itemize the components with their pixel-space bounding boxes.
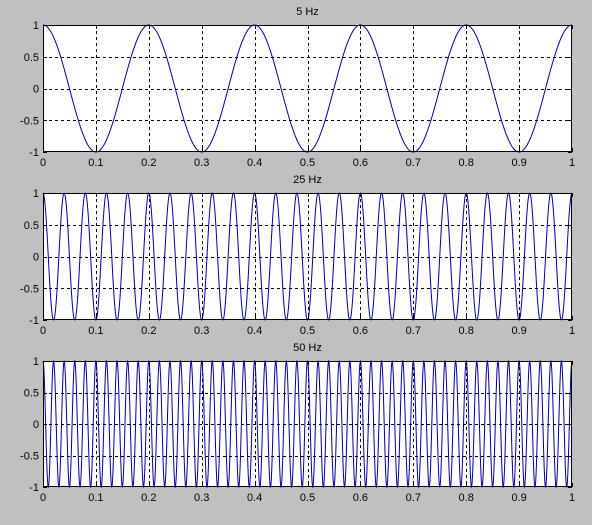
x-tick-label: 0.6 — [353, 492, 368, 504]
x-tick-label: 0.1 — [88, 157, 103, 169]
x-tick-label: 0.4 — [247, 157, 262, 169]
y-tick-label: 1 — [33, 20, 39, 32]
x-tick-label: 1 — [569, 492, 575, 504]
x-tick-label: 0.8 — [459, 157, 474, 169]
x-tick-label: 0 — [40, 325, 46, 337]
y-tick-label: 0 — [33, 419, 39, 431]
y-tick-label: 0 — [33, 84, 39, 96]
x-tick-label: 0.9 — [511, 157, 526, 169]
y-tick-label: -1 — [29, 482, 39, 494]
x-tick-label: 0.1 — [88, 325, 103, 337]
subplot-1: 0 0.1 0.2 0.3 0.4 0.5 0.6 0.7 0.8 0.9 1 -1 -0.5 0 0.5 1… — [20, 6, 575, 169]
y-tick-label: -0.5 — [20, 451, 39, 463]
x-tick-label: 0.5 — [300, 325, 315, 337]
subplot-3: 0 0.1 0.2 0.3 0.4 0.5 0.6 0.7 0.8 0.9 1 -1 -0.5 0 0.5 1… — [20, 342, 575, 504]
x-tick-label: 0.8 — [459, 325, 474, 337]
y-tick-label: 1 — [33, 356, 39, 368]
figure-canvas: 0 0.1 0.2 0.3 0.4 0.5 0.6 0.7 0.8 0.9 1 -1 -0.5 0 0.5 1… — [20, 6, 575, 504]
x-tick-label: 0.6 — [353, 157, 368, 169]
x-tick-label: 1 — [569, 157, 575, 169]
x-tick-label: 0.5 — [300, 157, 315, 169]
x-tick-label: 0.5 — [300, 492, 315, 504]
x-tick-label: 0 — [40, 157, 46, 169]
x-tick-label: 1 — [569, 325, 575, 337]
chart-title: 5 Hz — [296, 6, 319, 18]
x-tick-label: 0.9 — [511, 325, 526, 337]
y-tick-label: 1 — [33, 188, 39, 200]
chart-title: 25 Hz — [293, 174, 322, 186]
y-tick-label: -1 — [29, 147, 39, 159]
y-tick-label: 0 — [33, 252, 39, 264]
x-tick-label: 0.3 — [194, 492, 209, 504]
y-tick-label: -0.5 — [20, 283, 39, 295]
x-tick-label: 0.2 — [141, 325, 156, 337]
y-tick-label: -1 — [29, 315, 39, 327]
x-tick-label: 0.3 — [194, 325, 209, 337]
x-tick-label: 0.7 — [406, 157, 421, 169]
x-tick-label: 0.7 — [406, 492, 421, 504]
figure-window: 0 0.1 0.2 0.3 0.4 0.5 0.6 0.7 0.8 0.9 1 -1 -0.5 0 0.5 1… — [0, 0, 592, 520]
x-tick-label: 0.2 — [141, 157, 156, 169]
x-tick-label: 0.1 — [88, 492, 103, 504]
y-tick-label: 0.5 — [24, 220, 39, 232]
chart-title: 50 Hz — [293, 342, 322, 354]
x-tick-label: 0.4 — [247, 325, 262, 337]
x-tick-label: 0.3 — [194, 157, 209, 169]
x-tick-label: 0.2 — [141, 492, 156, 504]
x-tick-label: 0.6 — [353, 325, 368, 337]
x-tick-label: 0.8 — [459, 492, 474, 504]
y-tick-label: -0.5 — [20, 115, 39, 127]
y-tick-label: 0.5 — [24, 388, 39, 400]
x-tick-label: 0.4 — [247, 492, 262, 504]
x-tick-label: 0.7 — [406, 325, 421, 337]
subplot-2: 0 0.1 0.2 0.3 0.4 0.5 0.6 0.7 0.8 0.9 1 -1 -0.5 0 0.5 1… — [20, 174, 575, 337]
x-tick-label: 0 — [40, 492, 46, 504]
x-tick-label: 0.9 — [511, 492, 526, 504]
y-tick-label: 0.5 — [24, 52, 39, 64]
